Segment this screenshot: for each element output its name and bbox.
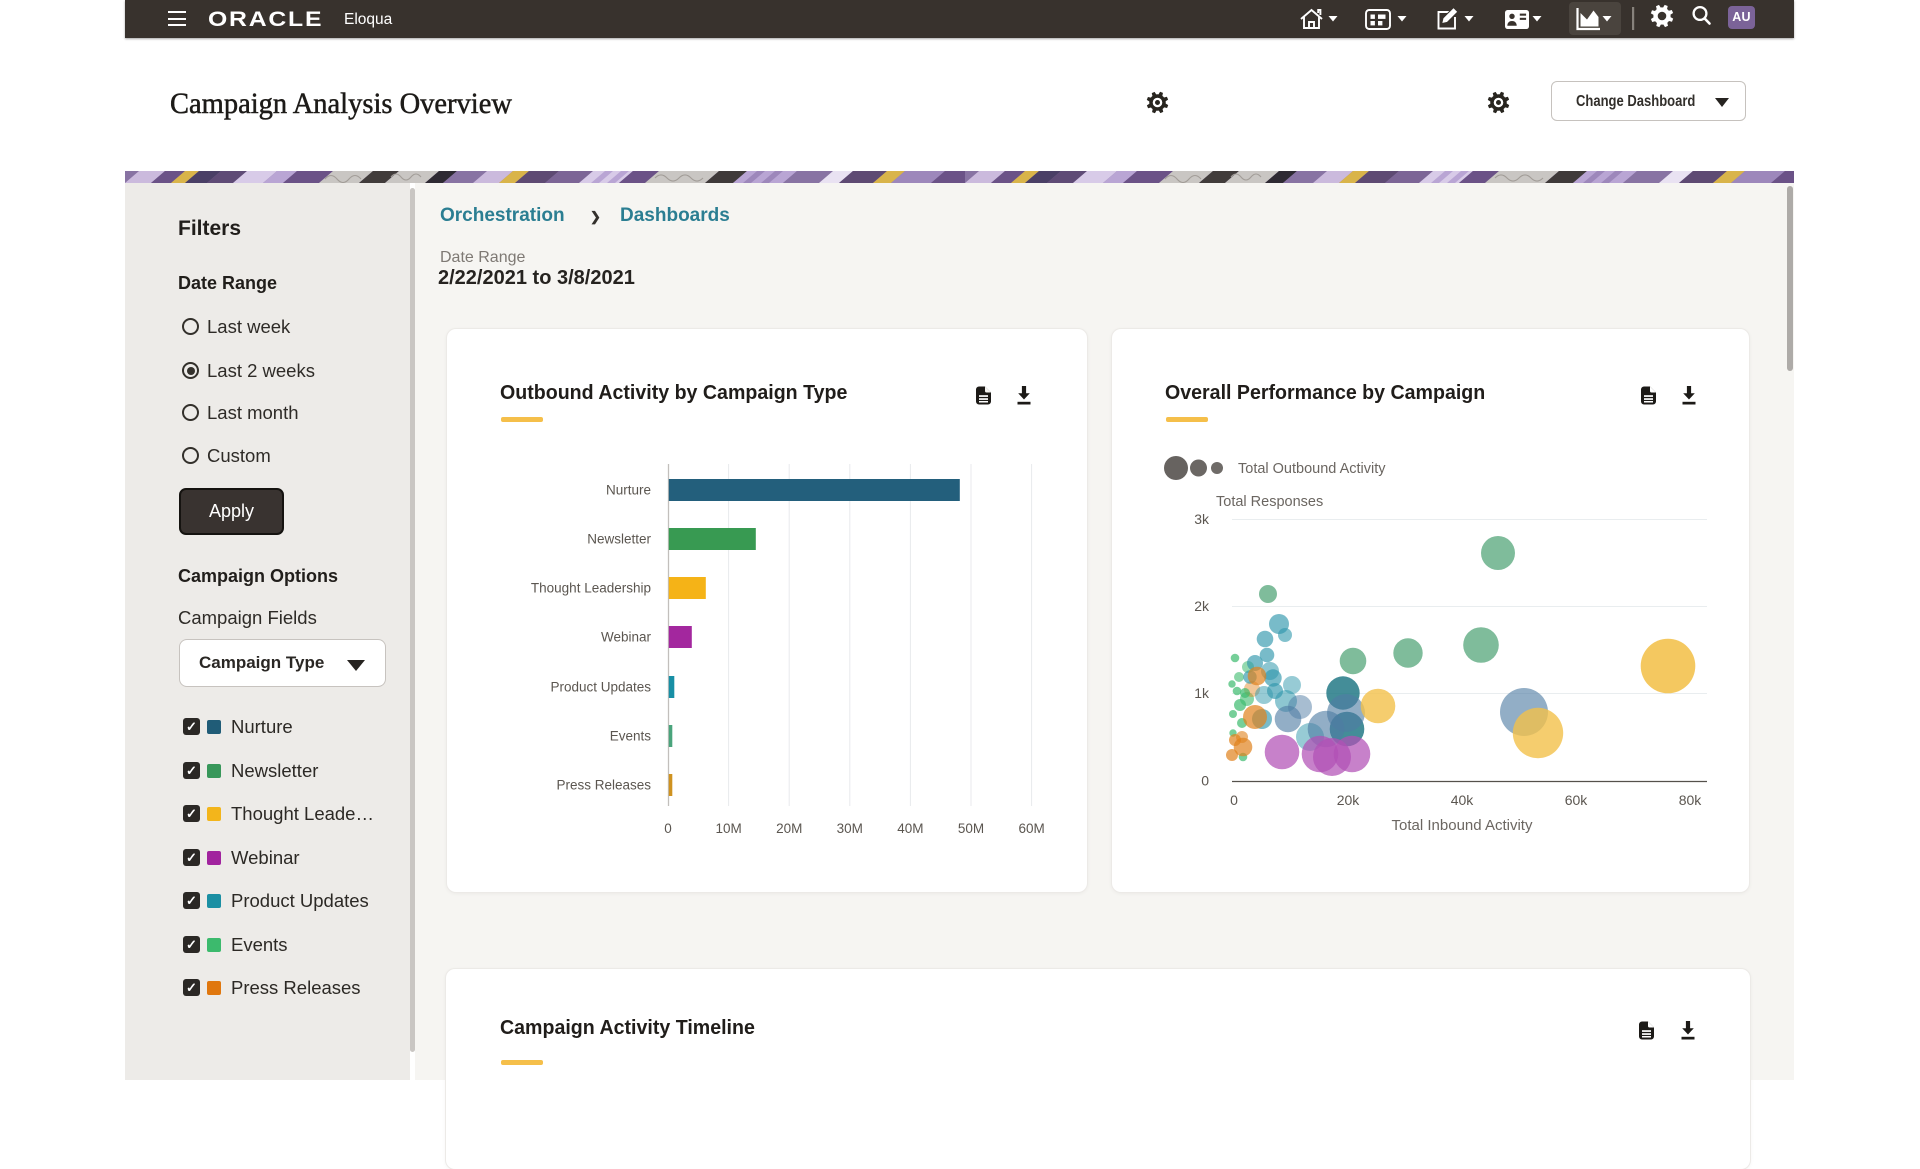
svg-text:60M: 60M bbox=[1018, 821, 1044, 836]
svg-text:Events: Events bbox=[610, 729, 652, 744]
svg-text:40k: 40k bbox=[1451, 792, 1475, 808]
svg-text:Total Outbound Activity: Total Outbound Activity bbox=[1238, 461, 1386, 477]
svg-text:10M: 10M bbox=[715, 821, 741, 836]
svg-text:0: 0 bbox=[1230, 792, 1238, 808]
svg-text:50M: 50M bbox=[958, 821, 984, 836]
svg-text:Thought Leadership: Thought Leadership bbox=[531, 581, 651, 596]
svg-text:30M: 30M bbox=[837, 821, 863, 836]
svg-text:0: 0 bbox=[1201, 773, 1209, 789]
svg-text:Newsletter: Newsletter bbox=[587, 532, 651, 547]
svg-text:3k: 3k bbox=[1194, 511, 1210, 527]
svg-text:80k: 80k bbox=[1679, 792, 1703, 808]
svg-text:Press Releases: Press Releases bbox=[556, 778, 651, 793]
svg-text:2k: 2k bbox=[1194, 598, 1210, 614]
svg-text:Nurture: Nurture bbox=[606, 483, 651, 498]
svg-text:Webinar: Webinar bbox=[601, 630, 652, 645]
svg-text:Total Inbound Activity: Total Inbound Activity bbox=[1392, 817, 1533, 834]
svg-text:Total Responses: Total Responses bbox=[1216, 494, 1323, 510]
svg-text:40M: 40M bbox=[897, 821, 923, 836]
svg-text:20k: 20k bbox=[1337, 792, 1361, 808]
svg-text:1k: 1k bbox=[1194, 685, 1210, 701]
svg-text:0: 0 bbox=[664, 821, 672, 836]
svg-text:20M: 20M bbox=[776, 821, 802, 836]
svg-text:60k: 60k bbox=[1565, 792, 1589, 808]
svg-text:Product Updates: Product Updates bbox=[550, 680, 651, 695]
